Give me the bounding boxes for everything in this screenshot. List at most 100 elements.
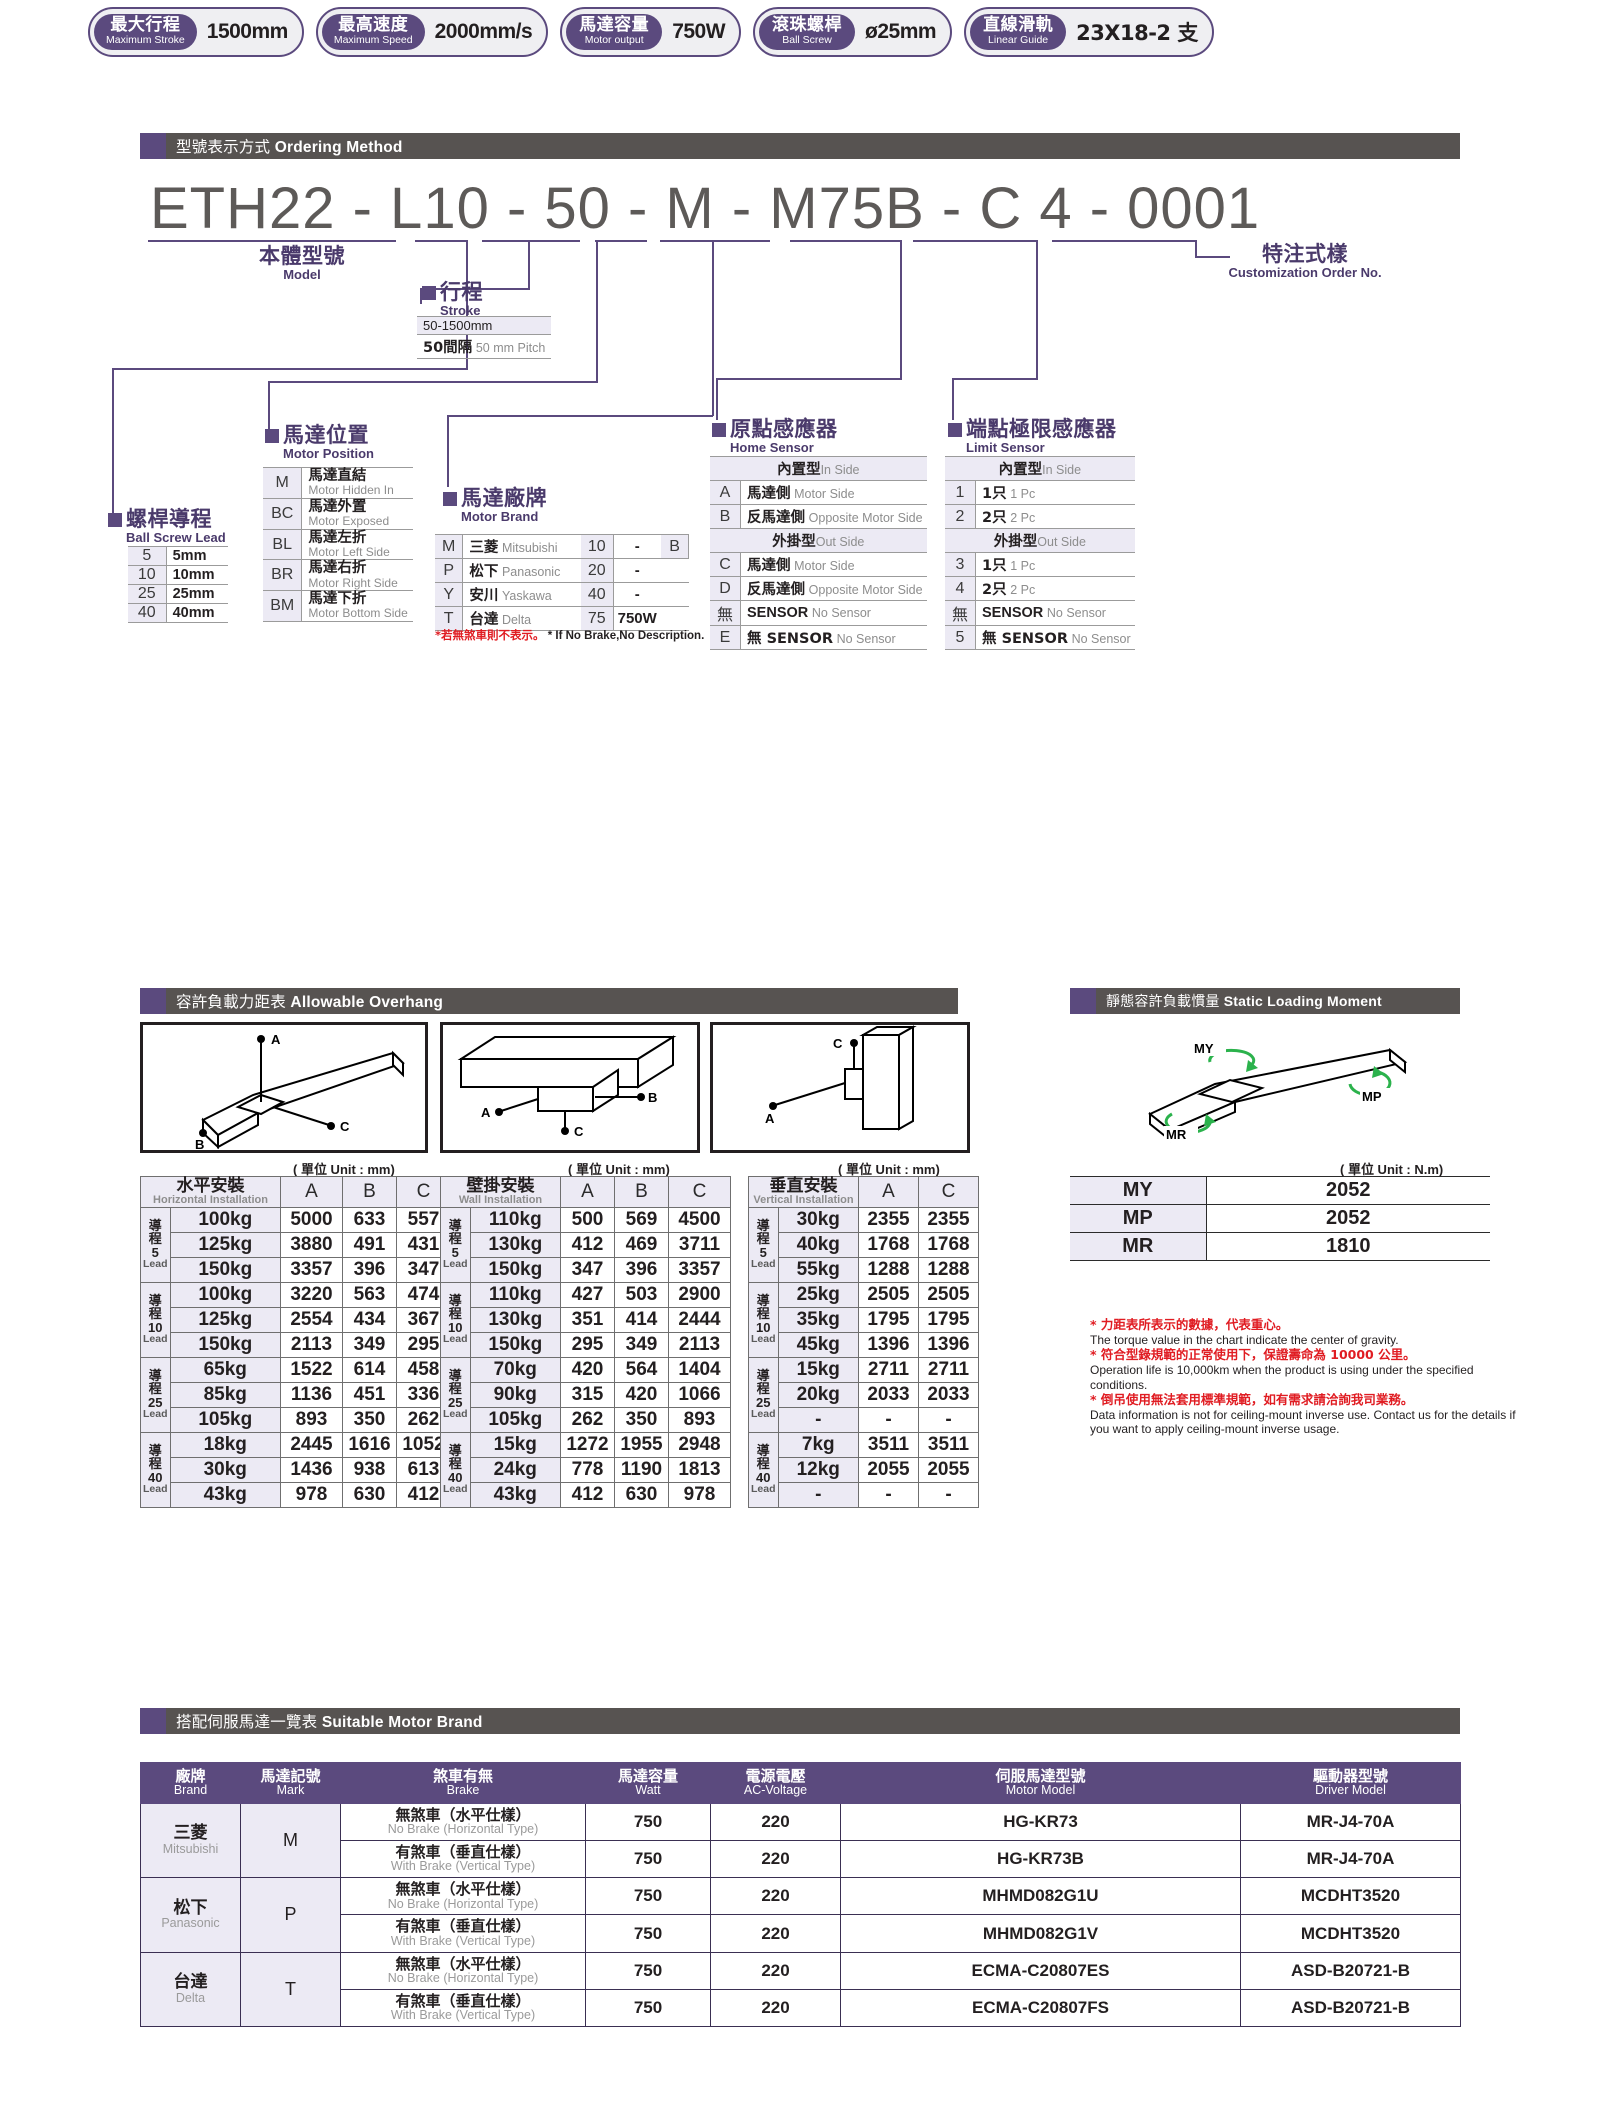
ordering-label-lead-cn: 螺桿導程 xyxy=(126,507,212,531)
column-header-voltage-en: AC-Voltage xyxy=(743,1783,808,1798)
motor-model: ECMA-C20807ES xyxy=(840,1951,1241,1990)
motor-position-key: BL xyxy=(263,528,303,561)
lead-label-en: Lead xyxy=(143,1333,168,1346)
cell-a: 3880 xyxy=(280,1232,343,1258)
wall-axis-diagram-icon: A B C xyxy=(457,1035,677,1139)
svg-text:MY: MY xyxy=(1194,1041,1214,1056)
load-weight: 35kg xyxy=(777,1307,860,1333)
ordering-label-lead-en: Ball Screw Lead xyxy=(126,529,226,545)
table-row: B 反馬達側 Opposite Motor Side xyxy=(710,504,927,529)
cell-a: 1288 xyxy=(858,1257,919,1283)
motor-voltage: 220 xyxy=(710,1988,841,2028)
overhang-table-name: 垂直安裝 Vertical Installation xyxy=(748,1176,859,1208)
ordering-table-limit-sensor: 內置型In Side 1 1只 1 Pc 2 2只 2 Pc 外掛型Out Si… xyxy=(945,456,1135,650)
ordering-label-motor-position-en: Motor Position xyxy=(283,445,374,461)
section-banner-allowable-overhang: 容許負載力距表 Allowable Overhang xyxy=(140,988,958,1014)
column-header-mark-en: Mark xyxy=(276,1783,305,1798)
home-sensor-cn: 反馬達側 xyxy=(747,510,806,526)
load-weight: 110kg xyxy=(469,1282,562,1308)
table-row: 導程 5 Lead 100kg 5000 633 557 xyxy=(140,1207,451,1283)
lead-label-en: Lead xyxy=(751,1333,776,1346)
column-header-mark: 馬達記號 Mark xyxy=(240,1762,341,1804)
load-weight: 105kg xyxy=(469,1407,562,1433)
lead-value-text: 10mm xyxy=(172,567,215,583)
home-sensor-group-inside: 內置型In Side xyxy=(710,456,927,481)
motor-position-en: Motor Right Side xyxy=(308,575,398,590)
note-3-en: Data information is not for ceiling-moun… xyxy=(1090,1407,1516,1437)
cell-a: 3220 xyxy=(280,1282,343,1308)
cell-a: 295 xyxy=(560,1332,615,1358)
lead-value-text: 5mm xyxy=(172,548,207,564)
cell-b: 614 xyxy=(342,1357,397,1383)
home-sensor-key: A xyxy=(710,480,742,505)
limit-sensor-key: 無 xyxy=(945,600,977,626)
motor-watt: 750 xyxy=(585,1988,711,2028)
limit-sensor-cn: 1只 xyxy=(982,558,1007,574)
spec-badge-label-en: Maximum Speed xyxy=(333,34,413,47)
overhang-table-wall: 壁掛安裝 Wall Installation A B C 導程 5 Lead 1… xyxy=(440,1176,731,1508)
motor-brake-type: 無煞車（水平仕樣） No Brake (Horizontal Type) xyxy=(340,1802,586,1841)
brand-brake-code xyxy=(660,558,689,583)
moment-value-my: 2052 xyxy=(1206,1176,1490,1205)
note-1-en: The torque value in the chart indicate t… xyxy=(1090,1332,1399,1347)
limit-sensor-value: 2只 2 Pc xyxy=(975,504,1135,529)
spec-badge-tag: 直線滑軌 Linear Guide xyxy=(970,13,1067,51)
cell-c: 1404 xyxy=(668,1357,731,1383)
cell-b: 633 xyxy=(342,1207,397,1233)
ordering-label-customization-en: Customization Order No. xyxy=(1228,264,1382,280)
motor-brake-type: 有煞車（垂直仕樣） With Brake (Vertical Type) xyxy=(340,1914,586,1953)
lead-group-label: 導程 25 Lead xyxy=(440,1357,471,1433)
spec-badge-value: 2000mm/s xyxy=(434,20,533,43)
ordering-label-model: 本體型號 Model xyxy=(212,245,392,281)
lead-key: 5 xyxy=(128,546,167,566)
brand-watt: - xyxy=(613,582,661,607)
stroke-pitch-cell: 50間隔 50 mm Pitch xyxy=(417,334,552,359)
cell-a: 978 xyxy=(280,1482,343,1508)
cell-a: 1136 xyxy=(280,1382,343,1408)
cell-b: 1955 xyxy=(614,1432,669,1458)
motor-model: HG-KR73 xyxy=(840,1802,1241,1841)
limit-sensor-en: No Sensor xyxy=(1071,632,1131,646)
load-weight: 15kg xyxy=(469,1432,562,1458)
home-sensor-value: 反馬達側 Opposite Motor Side xyxy=(740,504,927,529)
svg-text:A: A xyxy=(481,1105,491,1120)
load-weight: 7kg xyxy=(777,1432,860,1458)
cell-a: 1795 xyxy=(858,1307,919,1333)
square-bullet-icon xyxy=(948,423,962,437)
column-header-watt-en: Watt xyxy=(635,1783,661,1798)
home-sensor-cn: 馬達側 xyxy=(747,486,791,502)
cell-a: 1522 xyxy=(280,1357,343,1383)
table-row: 30kg 1436 938 613 xyxy=(141,1457,451,1483)
motor-brand-en: Mitsubishi xyxy=(162,1841,219,1856)
banner-title-cn: 容許負載力距表 xyxy=(176,993,286,1011)
ordering-label-limit-sensor-cn: 端點極限感應器 xyxy=(966,417,1117,441)
brand-name: 安川 Yaskawa xyxy=(462,582,581,607)
lead-group-inner: 導程 40 Lead xyxy=(143,1445,168,1495)
table-row: 5 5mm xyxy=(128,546,228,566)
load-weight: 43kg xyxy=(169,1482,282,1508)
lead-label-en: Lead xyxy=(443,1258,468,1271)
load-weight: 100kg xyxy=(169,1207,282,1233)
home-sensor-value: SENSOR No Sensor xyxy=(740,600,927,626)
lead-value: 10mm xyxy=(166,565,228,585)
table-row: - - - xyxy=(749,1482,979,1508)
lead-label-en: Lead xyxy=(443,1333,468,1346)
limit-sensor-key: 1 xyxy=(945,480,977,505)
cell-c: 1396 xyxy=(918,1332,979,1358)
square-bullet-icon xyxy=(422,286,436,300)
limit-sensor-group-cn: 內置型 xyxy=(998,462,1043,478)
table-row: A 馬達側 Motor Side xyxy=(710,480,927,505)
motor-position-key: BM xyxy=(263,590,303,623)
table-row: 50間隔 50 mm Pitch xyxy=(417,334,552,359)
moment-axes-diagram-icon: MY MP MR xyxy=(1148,1040,1408,1143)
banner-square-icon xyxy=(140,1708,166,1734)
motor-position-key: BR xyxy=(263,559,303,592)
square-bullet-icon xyxy=(712,423,726,437)
svg-text:B: B xyxy=(648,1090,657,1105)
lead-key: 25 xyxy=(128,584,167,604)
moment-key-mr: MR xyxy=(1070,1232,1207,1261)
limit-sensor-value: SENSOR No Sensor xyxy=(975,600,1135,626)
cell-b: 349 xyxy=(342,1332,397,1358)
table-row: 43kg 978 630 412 xyxy=(141,1482,451,1508)
moment-key-my: MY xyxy=(1070,1176,1207,1205)
